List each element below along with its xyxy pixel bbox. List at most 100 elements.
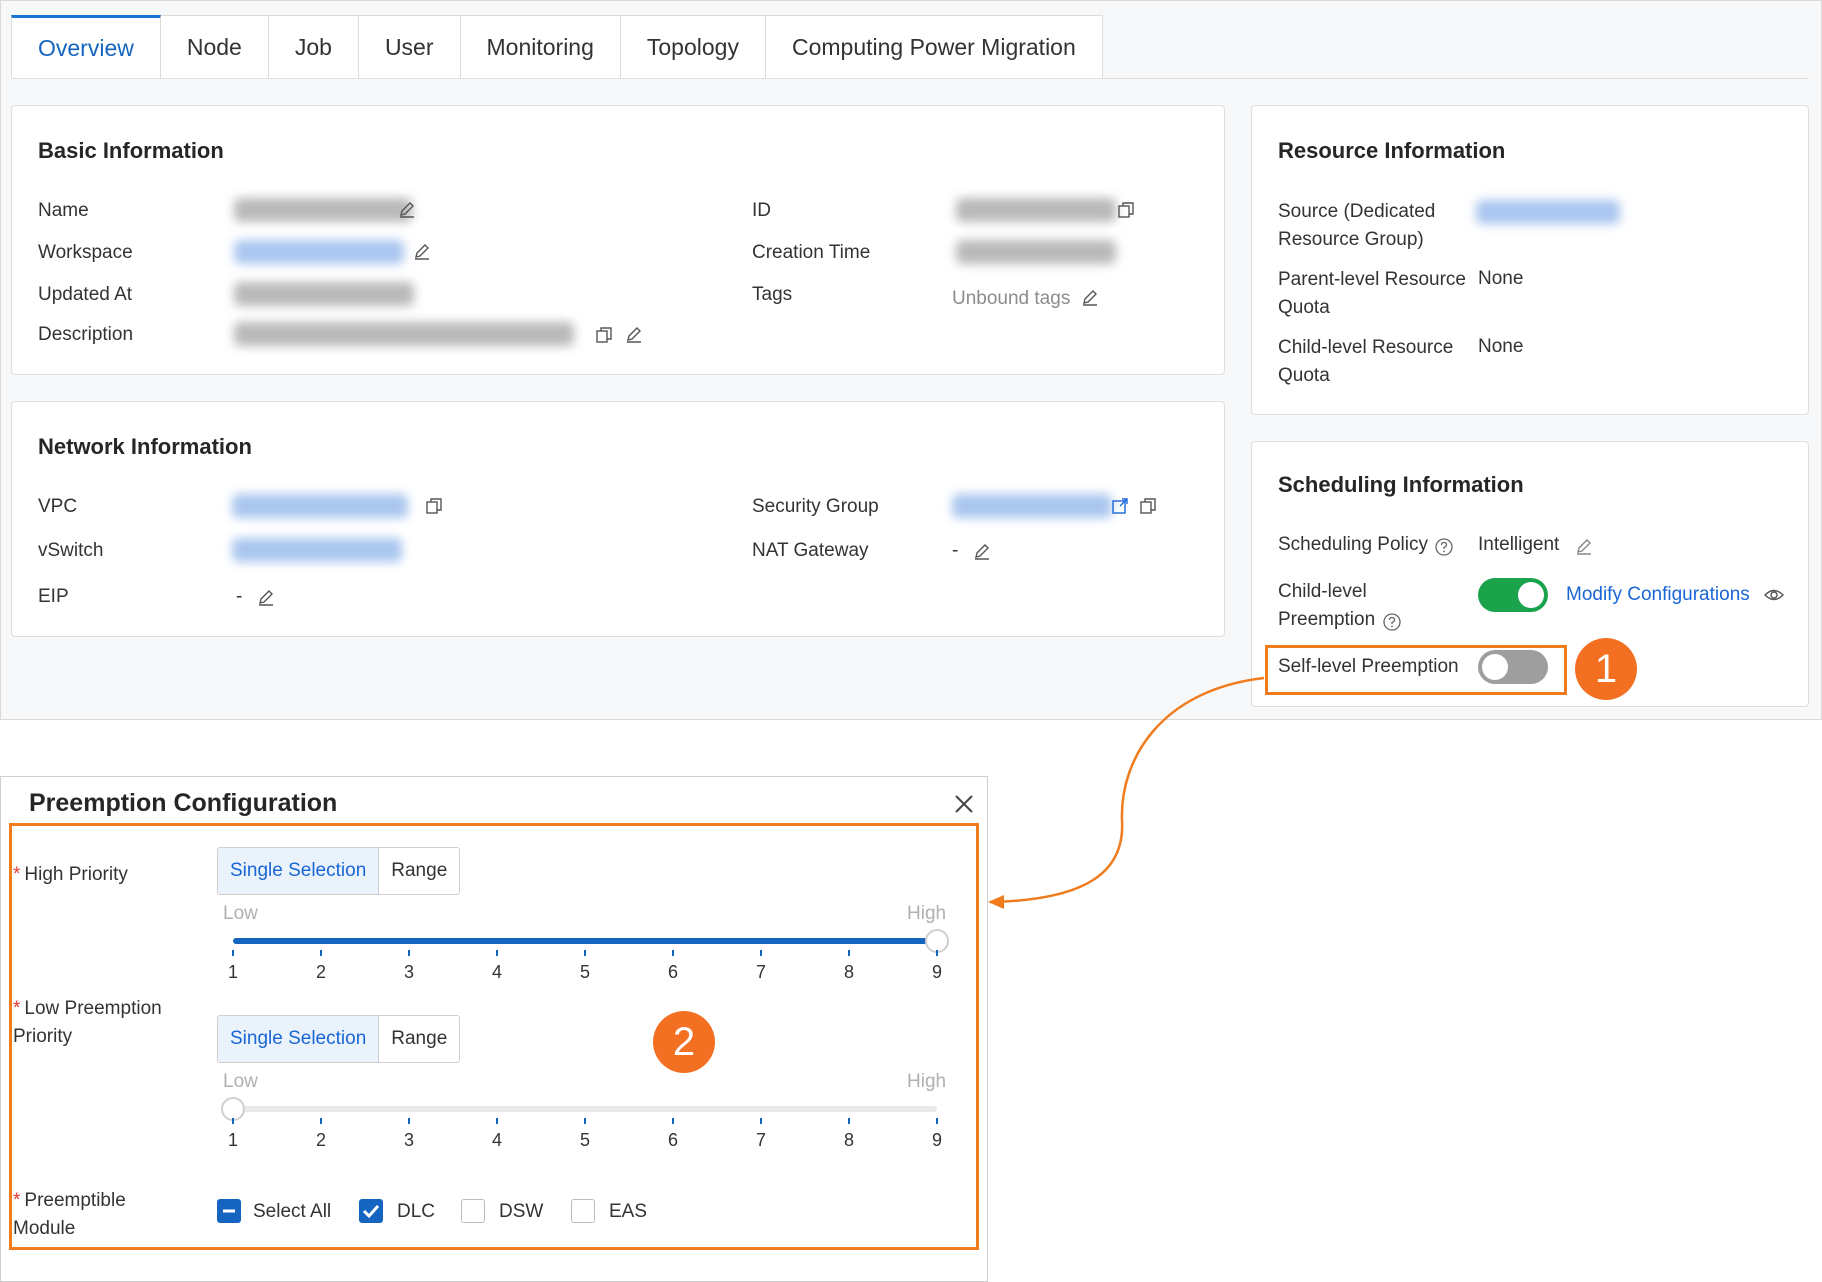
edit-icon[interactable]: [1080, 288, 1100, 308]
slider-tick: [848, 950, 850, 956]
range-button[interactable]: Range: [379, 848, 460, 894]
dialog-title: Preemption Configuration: [29, 789, 338, 817]
workspace-link-redacted[interactable]: [234, 240, 404, 264]
name-value-redacted: [234, 198, 412, 222]
slider-fill: [233, 938, 937, 944]
self-preemption-highlight: [1265, 645, 1567, 695]
slider-tick-label: 6: [667, 1130, 678, 1150]
eye-icon[interactable]: [1764, 585, 1784, 605]
scheduling-policy-label: Scheduling Policy: [1278, 534, 1428, 555]
copy-icon[interactable]: [1116, 200, 1136, 220]
tab-job[interactable]: Job: [268, 15, 359, 79]
eip-value: -: [236, 586, 243, 607]
tab-user[interactable]: User: [358, 15, 461, 79]
slider-tick-label: 9: [931, 962, 942, 982]
vpc-link-redacted[interactable]: [232, 494, 408, 518]
slider-tick: [232, 950, 234, 956]
slider-tick: [584, 1118, 586, 1124]
help-icon[interactable]: [1434, 537, 1454, 557]
edit-icon[interactable]: [1574, 537, 1594, 557]
tab-topology[interactable]: Topology: [620, 15, 766, 79]
dsw-checkbox[interactable]: [461, 1199, 485, 1223]
child-quota-label: Child-level Resource Quota: [1278, 337, 1454, 386]
slider-tick: [408, 1118, 410, 1124]
tags-value: Unbound tags: [952, 288, 1071, 309]
edit-icon[interactable]: [397, 200, 417, 220]
copy-icon[interactable]: [424, 496, 444, 516]
source-link-redacted[interactable]: [1476, 200, 1620, 224]
basic-information-card: Basic Information Name Workspace Updated…: [11, 105, 1225, 375]
tab-overview[interactable]: Overview: [11, 15, 161, 79]
slider-high-text: High: [907, 1071, 947, 1092]
slider-tick: [760, 1118, 762, 1124]
slider-tick: [408, 950, 410, 956]
range-button[interactable]: Range: [379, 1016, 460, 1062]
id-value-redacted: [956, 198, 1116, 222]
slider-low-text: Low: [223, 1071, 258, 1092]
close-icon[interactable]: [953, 793, 975, 815]
dsw-label: DSW: [499, 1201, 544, 1222]
callout-badge-1: 1: [1575, 638, 1637, 700]
parent-quota-label: Parent-level Resource Quota: [1278, 269, 1466, 318]
dlc-checkbox[interactable]: [359, 1199, 383, 1223]
single-selection-button[interactable]: Single Selection: [218, 848, 380, 894]
edit-icon[interactable]: [412, 242, 432, 262]
help-icon[interactable]: [1382, 612, 1402, 632]
slider-tick-label: 5: [579, 962, 590, 982]
updated-at-value-redacted: [234, 282, 414, 306]
creation-time-label: Creation Time: [752, 242, 871, 263]
eas-checkbox[interactable]: [571, 1199, 595, 1223]
edit-icon[interactable]: [624, 325, 644, 345]
slider-tick: [584, 950, 586, 956]
slider-tick-label: 1: [227, 1130, 238, 1150]
copy-icon[interactable]: [594, 325, 614, 345]
slider-tick: [496, 950, 498, 956]
low-priority-mode-switch: Single Selection Range: [217, 1015, 461, 1063]
slider-tick-label: 1: [227, 962, 238, 982]
tab-divider: [11, 78, 1809, 79]
copy-icon[interactable]: [1138, 496, 1158, 516]
preemption-configuration-dialog: Preemption Configuration * High Priority …: [0, 776, 988, 1282]
parent-quota-value: None: [1478, 268, 1524, 289]
slider-tick: [672, 1118, 674, 1124]
slider-tick-label: 3: [403, 1130, 414, 1150]
low-priority-slider[interactable]: [233, 1106, 937, 1112]
slider-tick-label: 7: [755, 1130, 766, 1150]
security-group-label: Security Group: [752, 496, 879, 517]
vswitch-link-redacted[interactable]: [232, 538, 402, 562]
low-priority-label: * Low Preemption Priority: [13, 998, 162, 1047]
slider-tick-label: 2: [315, 1130, 326, 1150]
slider-tick: [496, 1118, 498, 1124]
slider-tick-label: 3: [403, 962, 414, 982]
slider-low-text: Low: [223, 903, 258, 924]
nat-gateway-value: -: [952, 540, 959, 561]
network-information-title: Network Information: [38, 434, 252, 459]
resource-information-title: Resource Information: [1278, 138, 1506, 163]
single-selection-button[interactable]: Single Selection: [218, 1016, 380, 1062]
high-priority-label: * High Priority: [13, 864, 128, 885]
vpc-label: VPC: [38, 496, 78, 517]
edit-icon[interactable]: [972, 542, 992, 562]
toggle-knob: [1518, 582, 1544, 608]
tab-node[interactable]: Node: [160, 15, 269, 79]
tab-monitoring[interactable]: Monitoring: [460, 15, 621, 79]
child-preemption-toggle[interactable]: [1478, 578, 1548, 612]
tab-bar: Overview Node Job User Monitoring Topolo…: [11, 15, 1103, 79]
tags-label: Tags: [752, 284, 793, 305]
updated-at-label: Updated At: [38, 284, 133, 305]
eip-label: EIP: [38, 586, 69, 607]
slider-tick: [848, 1118, 850, 1124]
high-priority-mode-switch: Single Selection Range: [217, 847, 461, 895]
high-priority-slider[interactable]: [233, 938, 937, 944]
edit-icon[interactable]: [256, 588, 276, 608]
id-label: ID: [752, 200, 771, 221]
security-group-link-redacted[interactable]: [952, 494, 1112, 518]
tab-computing-power-migration[interactable]: Computing Power Migration: [765, 15, 1103, 79]
slider-tick: [672, 950, 674, 956]
external-link-icon[interactable]: [1110, 496, 1130, 516]
scheduling-policy-value: Intelligent: [1478, 534, 1560, 555]
select-all-checkbox[interactable]: [217, 1199, 241, 1223]
modify-configurations-link[interactable]: Modify Configurations: [1566, 584, 1750, 606]
slider-tick-label: 2: [315, 962, 326, 982]
slider-tick: [320, 950, 322, 956]
